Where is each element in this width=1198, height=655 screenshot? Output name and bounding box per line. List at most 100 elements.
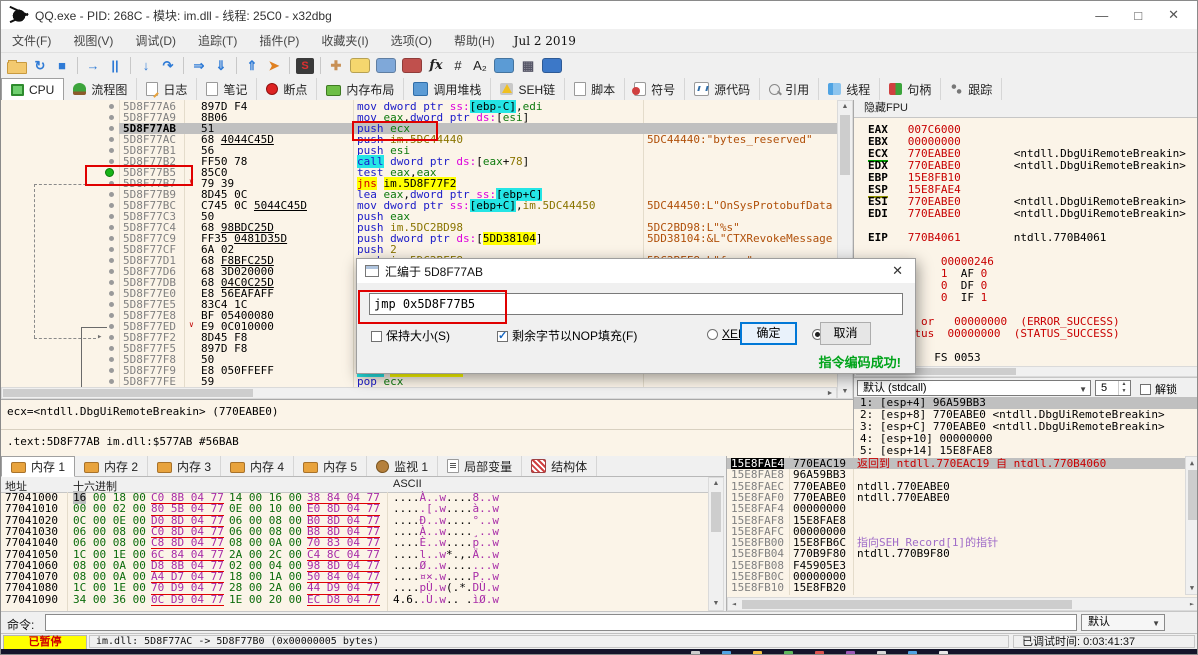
register-line[interactable]: FS 0053 <box>868 352 1197 364</box>
menu-item[interactable]: 插件(P) <box>248 32 310 49</box>
row-dot[interactable] <box>109 291 114 296</box>
tab-trace[interactable]: 跟踪 <box>941 78 1003 100</box>
attach-icon[interactable] <box>494 58 514 73</box>
minimize-button[interactable]: — <box>1095 8 1108 23</box>
row-dot[interactable] <box>109 313 114 318</box>
row-dot[interactable] <box>109 214 114 219</box>
scroll-up-arrow[interactable]: ▲ <box>838 101 852 113</box>
disasm-h-scrollbar[interactable]: ► <box>1 387 837 399</box>
stop-icon[interactable]: ■ <box>53 58 71 74</box>
taskbar-icon[interactable] <box>691 650 700 654</box>
tab-breakpoints[interactable]: 断点 <box>257 78 318 100</box>
stack-row[interactable]: 15E8FB10 15E8FB20 <box>727 582 1185 594</box>
menu-item[interactable]: 文件(F) <box>1 32 62 49</box>
scroll-right-arrow[interactable]: ► <box>1186 598 1197 610</box>
row-dot[interactable] <box>109 324 114 329</box>
row-dot[interactable] <box>109 203 114 208</box>
scroll-down-arrow[interactable]: ▼ <box>838 386 852 398</box>
hide-fpu-button[interactable]: 隐藏FPU <box>854 100 1197 118</box>
row-dot[interactable] <box>109 192 114 197</box>
memory-dump-pane[interactable]: 地址 十六进制 ASCII 77041000 16 00 18 00 C0 8B 0… <box>1 477 724 611</box>
tab-内存-1[interactable]: 内存 1 <box>1 456 76 477</box>
command-history-select[interactable]: 默认 ▼ <box>1081 614 1165 631</box>
command-input[interactable] <box>45 614 1077 631</box>
row-dot[interactable] <box>109 159 114 164</box>
strings-icon[interactable]: A₂ <box>471 58 489 74</box>
menu-item[interactable]: 调试(D) <box>124 32 187 49</box>
open-file-icon[interactable] <box>7 59 27 74</box>
stack-v-scrollbar[interactable]: ▲ ▼ <box>1185 456 1197 595</box>
taskbar-icon[interactable] <box>939 650 948 654</box>
tab-memmap[interactable]: 内存布局 <box>317 78 405 100</box>
stepper-arrows[interactable]: ▲ ▼ <box>1118 381 1129 395</box>
scroll-left-arrow[interactable]: ◄ <box>728 598 740 610</box>
maximize-button[interactable]: □ <box>1134 8 1142 23</box>
taskbar-icon[interactable] <box>846 650 855 654</box>
unlock-checkbox[interactable]: 解锁 <box>1140 381 1177 397</box>
row-dot[interactable] <box>109 302 114 307</box>
tab-内存-4[interactable]: 内存 4 <box>221 456 295 476</box>
menu-item[interactable]: 收藏夹(I) <box>310 32 379 49</box>
execute-till-return-icon[interactable]: ⇑ <box>243 58 261 74</box>
scroll-down-arrow[interactable]: ▼ <box>709 598 723 610</box>
tab-seh[interactable]: SEH链 <box>491 78 566 100</box>
tab-threads[interactable]: 线程 <box>819 78 881 100</box>
close-button[interactable]: ✕ <box>1168 7 1179 23</box>
calling-convention-select[interactable]: 默认 (stdcall) ▼ <box>857 380 1091 396</box>
pause-icon[interactable]: || <box>106 58 124 74</box>
nop-fill-checkbox[interactable]: 剩余字节以NOP填充(F) <box>497 327 637 344</box>
stack-pane[interactable]: 15E8FAE4 770EAC19 返回到 ntdll.770EAC19 自 ntd… <box>726 456 1197 611</box>
register-line[interactable]: EDI 770EABE0 <ntdll.DbgUiRemoteBreakin> <box>868 208 1197 220</box>
scroll-right-arrow[interactable]: ► <box>824 388 836 398</box>
dump-row[interactable]: 77041090 34 00 36 00 0C D9 04 77 1E 00 20 0… <box>1 593 724 606</box>
dump-row[interactable]: 77041040 06 00 08 00 C8 8D 04 77 08 00 0A 0… <box>1 537 724 550</box>
stack-row[interactable]: 15E8FAF4 00000000 <box>727 503 1185 515</box>
taskbar-icon[interactable] <box>877 650 886 654</box>
tab-cpu[interactable]: CPU <box>1 78 65 101</box>
row-dot[interactable] <box>109 335 114 340</box>
tab-内存-2[interactable]: 内存 2 <box>75 456 149 476</box>
row-dot[interactable] <box>109 236 114 241</box>
stack-row[interactable]: 15E8FB04 770B9F80 ntdll.770B9F80 <box>727 548 1185 560</box>
tab-结构体[interactable]: 结构体 <box>522 456 598 476</box>
attach-user-icon[interactable]: ➤ <box>265 58 283 74</box>
settings-s-icon[interactable]: S <box>296 57 314 74</box>
tab-symbols[interactable]: 符号 <box>625 78 686 100</box>
register-line[interactable]: EIP 770B4061 ntdll.770B4061 <box>868 232 1197 244</box>
dialog-close-icon[interactable]: ✕ <box>892 263 915 279</box>
tab-监视-1[interactable]: 监视 1 <box>367 456 439 476</box>
tab-log[interactable]: 日志 <box>137 78 198 100</box>
dump-row[interactable]: 77041080 1C 00 1E 00 70 D9 04 77 28 00 2A 0… <box>1 582 724 595</box>
taskbar-icon[interactable] <box>753 650 762 654</box>
row-dot[interactable] <box>109 269 114 274</box>
stack-h-scrollbar[interactable]: ◄ ► <box>727 597 1197 611</box>
row-dot[interactable] <box>109 104 114 109</box>
scroll-up-arrow[interactable]: ▲ <box>709 478 723 490</box>
row-dot[interactable] <box>109 247 114 252</box>
calculator-icon[interactable]: ▦ <box>519 58 537 74</box>
disasm-row[interactable]: 5D8F77FE 59 pop ecx <box>1 376 837 387</box>
tab-graph[interactable]: 流程图 <box>64 78 138 100</box>
row-dot[interactable] <box>109 258 114 263</box>
row-dot[interactable] <box>109 368 114 373</box>
row-dot[interactable] <box>109 126 114 131</box>
row-dot[interactable] <box>109 137 114 142</box>
menu-item[interactable]: 选项(O) <box>380 32 443 49</box>
bookmark-icon[interactable] <box>402 58 422 73</box>
patch-icon[interactable]: ✚ <box>327 58 345 74</box>
run-icon[interactable]: → <box>84 58 102 74</box>
register-line[interactable]: tus 00000000 (STATUS_SUCCESS) <box>868 328 1197 340</box>
row-dot[interactable] <box>109 148 114 153</box>
taskbar-icon[interactable] <box>815 650 824 654</box>
stack-row[interactable]: 15E8FAE8 96A59BB3 <box>727 469 1185 481</box>
tab-内存-5[interactable]: 内存 5 <box>294 456 368 476</box>
run-to-user-code-icon[interactable]: ⇒ <box>190 58 208 74</box>
step-over-icon[interactable]: ↷ <box>159 58 177 74</box>
row-dot[interactable] <box>109 225 114 230</box>
step-out-icon[interactable]: ⇓ <box>212 58 230 74</box>
register-line[interactable]: 0 IF 1 <box>868 292 1197 304</box>
menu-item[interactable]: 帮助(H) <box>443 32 506 49</box>
keep-size-checkbox[interactable]: 保持大小(S) <box>371 327 450 344</box>
function-icon[interactable]: fx <box>427 58 445 74</box>
menu-item[interactable]: 视图(V) <box>62 32 124 49</box>
